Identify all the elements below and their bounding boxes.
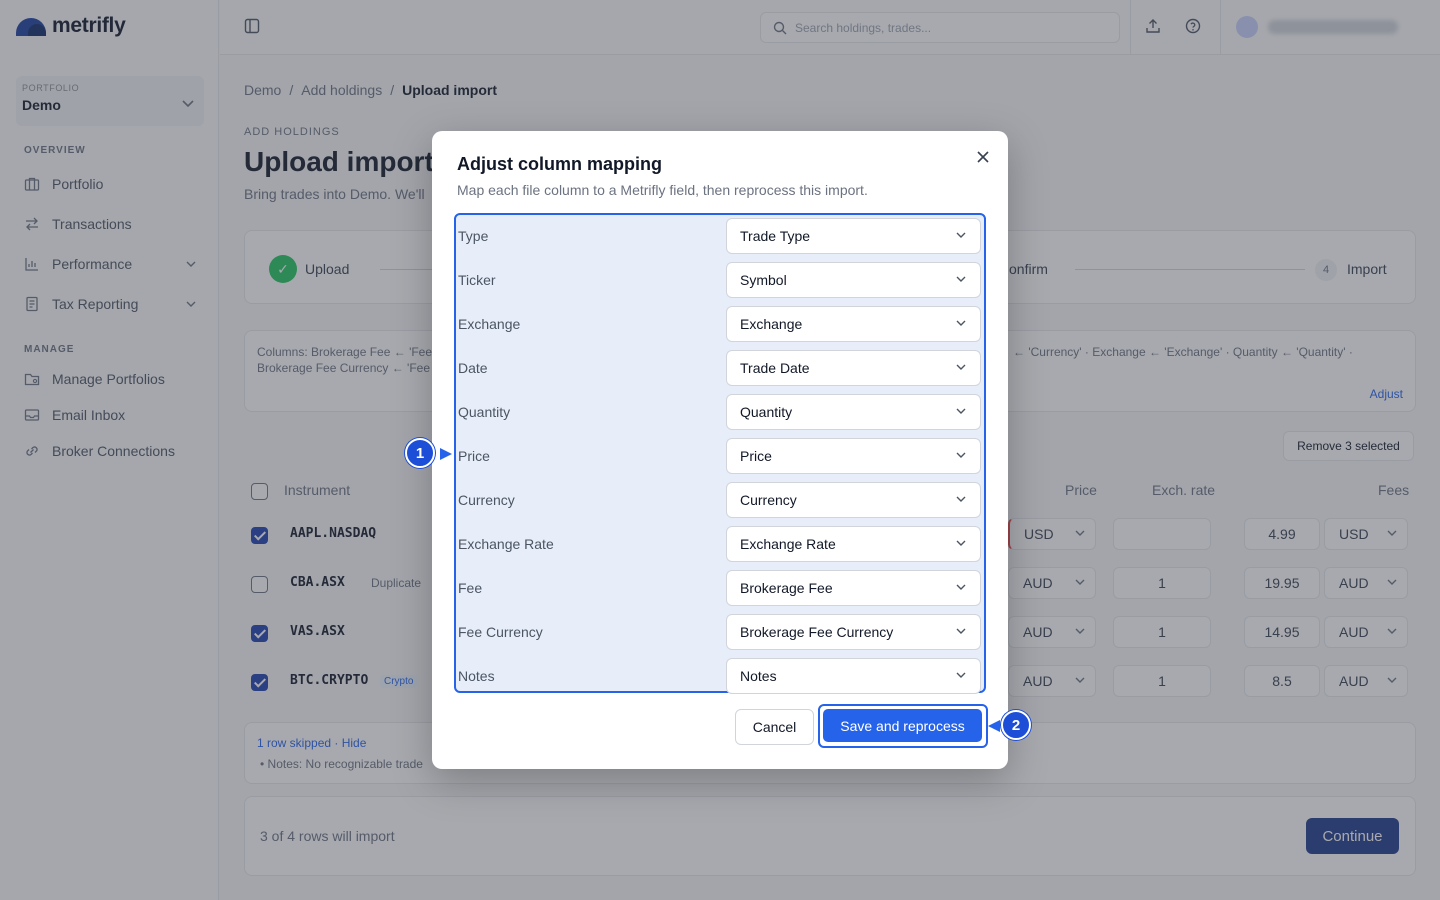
mapping-field-select[interactable]: Exchange [726,306,981,342]
annotation-arrow [988,720,1000,732]
mapping-field-value: Symbol [740,272,787,288]
chevron-down-icon [956,540,966,546]
mapping-field-select[interactable]: Symbol [726,262,981,298]
mapping-row-quantity: Quantity Quantity [456,391,983,435]
column-mapping-list: Type Trade Type Ticker Symbol Exchange E… [454,213,986,694]
mapping-field-value: Notes [740,668,777,684]
mapping-row-type: Type Trade Type [456,215,983,259]
mapping-field-value: Exchange [740,316,803,332]
close-button[interactable] [973,147,993,167]
mapping-field-select[interactable]: Brokerage Fee Currency [726,614,981,650]
chevron-down-icon [956,232,966,238]
dialog-subtitle: Map each file column to a Metrifly field… [457,182,868,198]
chevron-down-icon [956,496,966,502]
mapping-row-date: Date Trade Date [456,347,983,391]
mapping-field-select[interactable]: Price [726,438,981,474]
mapping-column-label: Fee [458,580,483,596]
mapping-field-value: Brokerage Fee Currency [740,624,894,640]
annotation-arrow [440,448,452,460]
mapping-column-label: Ticker [458,272,496,288]
mapping-field-value: Currency [740,492,797,508]
mapping-row-notes: Notes Notes [456,655,983,699]
mapping-field-select[interactable]: Notes [726,658,981,694]
mapping-field-value: Trade Type [740,228,811,244]
close-icon [977,151,989,163]
mapping-field-select[interactable]: Currency [726,482,981,518]
mapping-row-exchange: Exchange Exchange [456,303,983,347]
adjust-mapping-dialog: Adjust column mapping Map each file colu… [432,131,1008,769]
mapping-field-value: Brokerage Fee [740,580,833,596]
chevron-down-icon [956,628,966,634]
chevron-down-icon [956,408,966,414]
mapping-row-fee-currency: Fee Currency Brokerage Fee Currency [456,611,983,655]
chevron-down-icon [956,276,966,282]
chevron-down-icon [956,672,966,678]
save-and-reprocess-button[interactable]: Save and reprocess [823,709,982,742]
mapping-row-ticker: Ticker Symbol [456,259,983,303]
chevron-down-icon [956,320,966,326]
mapping-column-label: Type [458,228,489,244]
mapping-field-value: Trade Date [740,360,810,376]
mapping-field-select[interactable]: Quantity [726,394,981,430]
mapping-column-label: Notes [458,668,495,684]
mapping-column-label: Date [458,360,488,376]
mapping-field-select[interactable]: Trade Date [726,350,981,386]
dialog-title: Adjust column mapping [457,154,662,174]
mapping-column-label: Price [458,448,490,464]
save-button-highlight: Save and reprocess [818,704,988,748]
annotation-marker-2: 2 [1001,710,1031,740]
mapping-column-label: Currency [458,492,515,508]
mapping-row-exchange-rate: Exchange Rate Exchange Rate [456,523,983,567]
mapping-column-label: Quantity [458,404,511,420]
chevron-down-icon [956,364,966,370]
mapping-row-fee: Fee Brokerage Fee [456,567,983,611]
mapping-field-value: Price [740,448,772,464]
chevron-down-icon [956,452,966,458]
mapping-column-label: Exchange [458,316,521,332]
mapping-field-select[interactable]: Exchange Rate [726,526,981,562]
cancel-button[interactable]: Cancel [735,709,814,745]
annotation-marker-1: 1 [405,438,435,468]
mapping-field-value: Quantity [740,404,793,420]
chevron-down-icon [956,584,966,590]
mapping-column-label: Exchange Rate [458,536,554,552]
mapping-field-value: Exchange Rate [740,536,836,552]
mapping-row-currency: Currency Currency [456,479,983,523]
mapping-field-select[interactable]: Brokerage Fee [726,570,981,606]
mapping-column-label: Fee Currency [458,624,543,640]
mapping-row-price: Price Price [456,435,983,479]
mapping-field-select[interactable]: Trade Type [726,218,981,254]
